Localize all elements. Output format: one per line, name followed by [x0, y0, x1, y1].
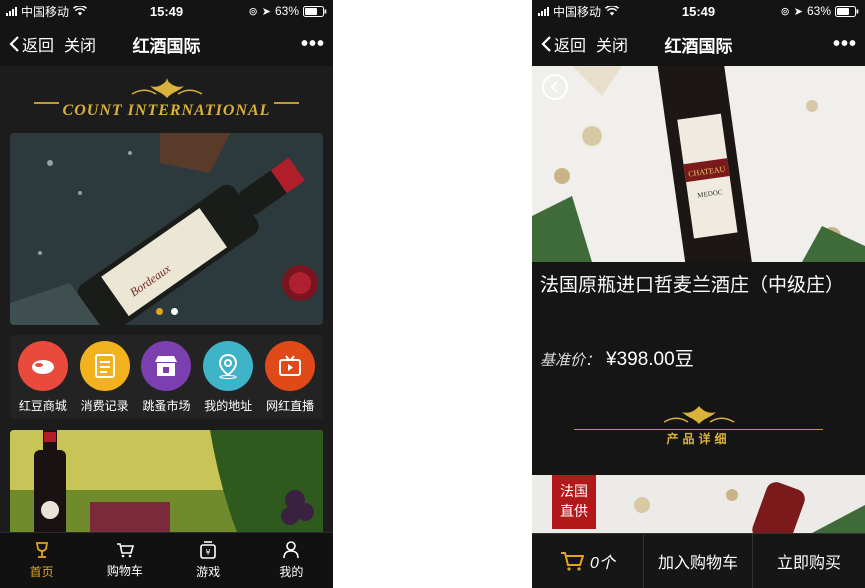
back-button[interactable]: 返回 — [540, 32, 586, 56]
carousel-dot[interactable] — [170, 308, 178, 315]
nav-bar: 返回 关闭 红酒国际 ••• — [532, 22, 865, 66]
clock: 15:49 — [681, 3, 716, 19]
purchase-bar: 0个 加入购物车 立即购买 — [532, 533, 865, 588]
nav-bar: 返回 关闭 红酒国际 ••• — [0, 22, 333, 66]
more-menu-button[interactable]: ••• — [833, 33, 857, 56]
crown-ornament-icon — [131, 78, 202, 98]
product-title: 法国原瓶进口哲麦兰酒庄（中级庄） — [540, 275, 845, 296]
tab-label: 游戏 — [196, 565, 221, 579]
more-menu-button[interactable]: ••• — [301, 33, 325, 56]
menu-item-my-address[interactable]: 我的地址 — [199, 340, 257, 414]
product-image: CHATEAU MEDOC — [532, 66, 865, 262]
location-arrow-icon: ➤ — [261, 5, 271, 18]
receipt-icon — [79, 340, 130, 391]
cart-button[interactable]: 0个 — [532, 534, 644, 588]
origin-badge-line1: 法国 — [560, 483, 588, 499]
cart-icon — [561, 552, 585, 571]
location-arrow-icon: ➤ — [793, 5, 803, 18]
price-row: 基准价： ¥398.00豆 — [540, 344, 694, 371]
chevron-left-icon — [9, 36, 19, 52]
brand-name: COUNT INTERNATIONAL — [58, 102, 275, 120]
origin-badge: 法国 直供 — [552, 475, 596, 529]
carousel-dots — [10, 308, 323, 315]
menu-label: 红豆商城 — [18, 398, 67, 413]
product-detail-screen: 中国移动 15:49 ⊚ ➤ 63% 返回 关闭 红酒国际 ••• CHATEA… — [532, 0, 865, 588]
menu-item-red-bean-mall[interactable]: 红豆商城 — [14, 340, 72, 414]
menu-item-live-stream[interactable]: 网红直播 — [261, 340, 319, 414]
crown-ornament-icon — [663, 406, 734, 424]
battery-icon — [303, 5, 327, 17]
carousel-dot-active[interactable] — [155, 308, 163, 315]
add-to-cart-button[interactable]: 加入购物车 — [644, 534, 753, 588]
menu-label: 网红直播 — [266, 398, 315, 413]
chevron-left-icon — [541, 36, 551, 52]
svg-text:¥: ¥ — [206, 548, 211, 557]
clock: 15:49 — [149, 3, 184, 19]
origin-badge-line2: 直供 — [560, 503, 588, 519]
battery-label: 63% — [806, 4, 831, 18]
menu-item-purchase-history[interactable]: 消费记录 — [76, 340, 134, 414]
battery-label: 63% — [274, 4, 299, 18]
carrier-label: 中国移动 — [553, 4, 602, 19]
hero-banner[interactable]: Bordeaux — [10, 133, 323, 325]
tab-label: 首页 — [29, 565, 54, 579]
home-screen: 中国移动 15:49 ⊚ ➤ 63% 返回 关闭 红酒国际 ••• COUNT … — [0, 0, 333, 588]
close-button[interactable]: 关闭 — [64, 32, 96, 56]
wifi-icon — [605, 6, 620, 16]
orientation-lock-icon: ⊚ — [780, 5, 790, 18]
location-icon — [203, 340, 254, 391]
back-button[interactable]: 返回 — [8, 32, 54, 56]
image-back-button[interactable] — [542, 74, 568, 100]
status-bar: 中国移动 15:49 ⊚ ➤ 63% — [532, 0, 865, 22]
signal-icon — [6, 6, 17, 16]
signal-icon — [538, 6, 549, 16]
status-bar: 中国移动 15:49 ⊚ ➤ 63% — [0, 0, 333, 22]
tab-game[interactable]: ¥ 游戏 — [167, 533, 250, 588]
cart-icon — [116, 543, 134, 558]
brand-header: COUNT INTERNATIONAL — [0, 66, 333, 132]
menu-label: 消费记录 — [80, 398, 129, 413]
user-icon — [283, 541, 300, 559]
section-title: 产品详细 — [660, 430, 737, 447]
wine-glass-icon — [35, 542, 48, 558]
beans-icon — [17, 340, 68, 391]
wifi-icon — [73, 6, 88, 16]
close-button[interactable]: 关闭 — [596, 32, 628, 56]
tab-cart[interactable]: 购物车 — [83, 533, 166, 588]
battery-icon — [835, 5, 859, 17]
menu-label: 我的地址 — [204, 398, 253, 413]
quick-menu: 红豆商城 消费记录 跳蚤市场 我的地址 网红直播 — [10, 335, 323, 419]
carrier-label: 中国移动 — [21, 4, 70, 19]
section-header: 产品详细 — [532, 398, 865, 448]
product-detail-image: 法国 直供 — [532, 475, 865, 533]
back-label: 返回 — [554, 38, 587, 55]
market-icon — [141, 340, 192, 391]
wine-bottle-photo: CHATEAU MEDOC — [532, 66, 865, 262]
menu-item-flea-market[interactable]: 跳蚤市场 — [137, 340, 195, 414]
back-label: 返回 — [22, 38, 55, 55]
tab-label: 购物车 — [106, 564, 143, 578]
price-value: ¥398.00豆 — [606, 349, 694, 370]
menu-label: 跳蚤市场 — [142, 398, 191, 413]
bottom-tab-bar: 首页 购物车 ¥ 游戏 我的 — [0, 532, 333, 588]
game-icon: ¥ — [200, 541, 216, 559]
tab-home[interactable]: 首页 — [0, 533, 83, 588]
live-tv-icon — [265, 340, 316, 391]
chevron-left-icon — [550, 81, 558, 93]
home-content: COUNT INTERNATIONAL Bordeaux 红豆商城 消费记录 跳… — [0, 66, 333, 532]
promo-banner[interactable] — [10, 430, 323, 532]
buy-now-button[interactable]: 立即购买 — [753, 534, 865, 588]
tab-me[interactable]: 我的 — [250, 533, 333, 588]
orientation-lock-icon: ⊚ — [248, 5, 258, 18]
tab-label: 我的 — [279, 565, 304, 579]
wine-bottle-image: Bordeaux — [10, 133, 323, 325]
price-label: 基准价： — [540, 352, 601, 369]
vineyard-image — [10, 430, 323, 532]
cart-count-label: 0个 — [590, 555, 615, 572]
